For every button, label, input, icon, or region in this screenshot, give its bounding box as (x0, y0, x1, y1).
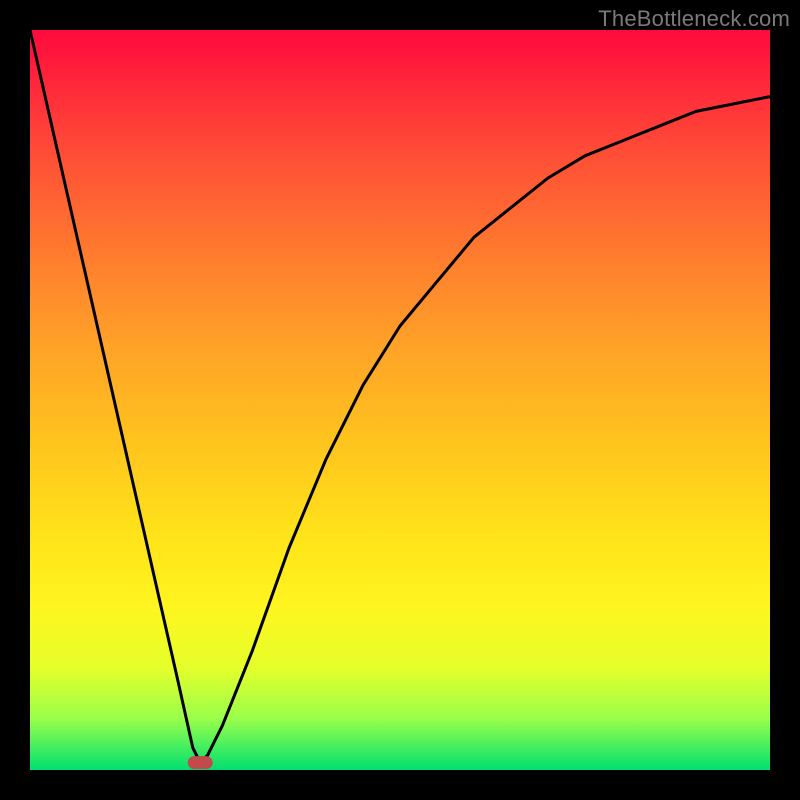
dip-marker (188, 757, 212, 769)
chart-frame: TheBottleneck.com (0, 0, 800, 800)
plot-area (30, 30, 770, 770)
watermark-text: TheBottleneck.com (598, 6, 790, 32)
bottleneck-curve (30, 30, 770, 763)
chart-overlay (30, 30, 770, 770)
